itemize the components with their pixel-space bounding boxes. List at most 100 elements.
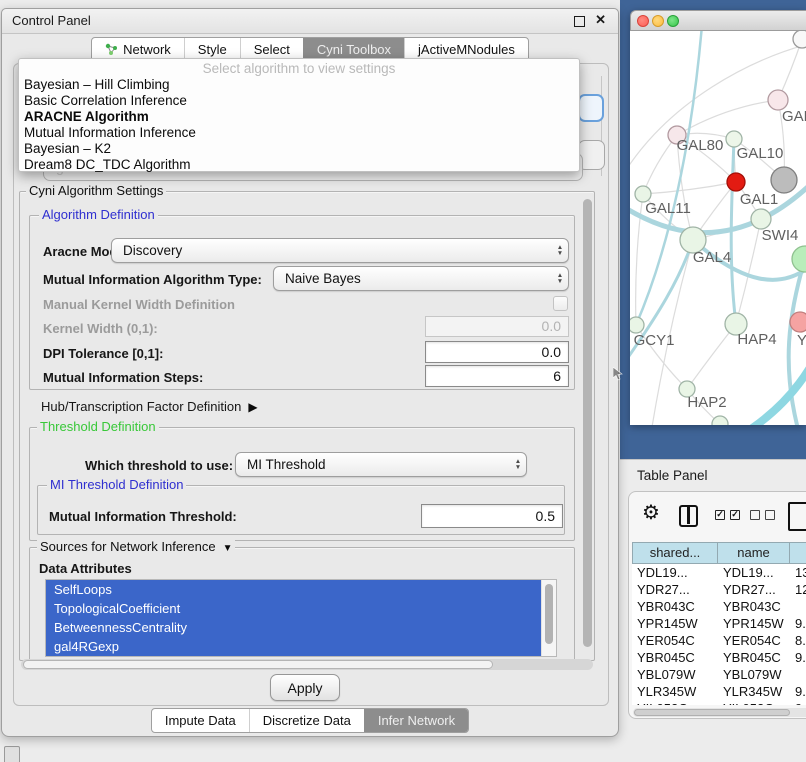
table-scrollbar-thumb[interactable] xyxy=(634,709,790,716)
column-header-shared[interactable]: shared... xyxy=(632,542,718,564)
table-cell: YBL079W xyxy=(718,666,790,683)
list-scrollbar-thumb[interactable] xyxy=(545,584,553,644)
minimize-traffic-light-icon[interactable] xyxy=(652,15,664,27)
network-node-gal1[interactable] xyxy=(751,209,771,229)
table-cell: YDR27... xyxy=(718,581,790,598)
attribute-betweennesscentrality[interactable]: BetweennessCentrality xyxy=(46,618,542,637)
which-threshold-combo[interactable]: MI Threshold ▲▼ xyxy=(235,452,527,477)
table-row[interactable]: YDR27...YDR27...12 xyxy=(632,581,806,598)
network-window-titlebar[interactable] xyxy=(630,10,806,31)
checked-checkbox-icon[interactable]: ✓ xyxy=(730,510,740,520)
table-header-row: shared...nameA xyxy=(632,542,806,564)
network-edge[interactable] xyxy=(748,357,806,425)
table-cell: 9. xyxy=(790,700,806,705)
aracne-mode-combo[interactable]: Discovery ▲▼ xyxy=(111,238,569,263)
float-window-icon[interactable] xyxy=(574,16,585,27)
kernel-width-field[interactable]: 0.0 xyxy=(425,316,569,337)
mi-steps-field[interactable]: 6 xyxy=(425,365,569,387)
network-node-swi4[interactable] xyxy=(792,246,806,272)
zoom-traffic-light-icon[interactable] xyxy=(667,15,679,27)
network-canvas-area[interactable]: GALGAL80GAL10GAL1GAL11GAL4SWI4GCY1HAP4YH… xyxy=(630,31,806,425)
dpi-tolerance-field[interactable]: 0.0 xyxy=(425,341,569,363)
close-traffic-light-icon[interactable] xyxy=(637,15,649,27)
split-columns-icon[interactable] xyxy=(679,505,698,527)
table-horizontal-scrollbar[interactable] xyxy=(633,708,806,717)
table-row[interactable]: YIL052CYIL052C9. xyxy=(632,700,806,705)
table-settings-gear-icon[interactable]: ⚙ xyxy=(642,503,660,523)
algorithm-definition-title: Algorithm Definition xyxy=(39,208,158,222)
network-canvas[interactable]: GALGAL80GAL10GAL1GAL11GAL4SWI4GCY1HAP4YH… xyxy=(630,31,806,425)
table-body: YDL19...YDL19...13YDR27...YDR27...12YBR0… xyxy=(632,564,806,705)
apply-button[interactable]: Apply xyxy=(270,674,340,701)
table-cell: 8. xyxy=(790,632,806,649)
column-header-a[interactable]: A xyxy=(790,542,806,564)
algorithm-option-aracne-algorithm[interactable]: ARACNE Algorithm xyxy=(19,109,579,125)
network-edge[interactable] xyxy=(643,135,677,194)
network-edge[interactable] xyxy=(687,324,736,389)
sources-title-text: Sources for Network Inference xyxy=(40,539,216,554)
algorithm-dropdown-list: Bayesian – Hill ClimbingBasic Correlatio… xyxy=(19,77,579,173)
network-node-y[interactable] xyxy=(790,312,806,332)
table-row[interactable]: YBL079WYBL079W xyxy=(632,666,806,683)
document-icon[interactable] xyxy=(788,502,806,531)
table-row[interactable]: YPR145WYPR145W9. xyxy=(632,615,806,632)
close-icon[interactable]: ✕ xyxy=(595,12,606,28)
node-label-gal: GAL xyxy=(782,108,806,125)
checked-checkbox-icon[interactable]: ✓ xyxy=(715,510,725,520)
mi-algorithm-type-combo[interactable]: Naive Bayes ▲▼ xyxy=(273,266,569,291)
tab-infer-network[interactable]: Infer Network xyxy=(364,709,468,732)
which-threshold-label: Which threshold to use: xyxy=(85,458,233,473)
sources-group-title[interactable]: Sources for Network Inference ▼ xyxy=(37,540,235,556)
table-row[interactable]: YDL19...YDL19...13 xyxy=(632,564,806,581)
algorithm-option-basic-correlation-inference[interactable]: Basic Correlation Inference xyxy=(19,93,579,109)
table-cell: YPR145W xyxy=(632,615,718,632)
list-scrollbar-track[interactable] xyxy=(541,580,556,656)
table-panel-title: Table Panel xyxy=(637,468,708,483)
table-row[interactable]: YBR043CYBR043C xyxy=(632,598,806,615)
hub-definition-expander[interactable]: Hub/Transcription Factor Definition▶ xyxy=(41,399,258,414)
node-label-hap2: HAP2 xyxy=(687,394,726,411)
manual-kernel-width-checkbox[interactable] xyxy=(553,296,568,311)
network-node-gal[interactable] xyxy=(768,90,788,110)
settings-hscrollbar-thumb[interactable] xyxy=(23,660,493,669)
column-header-name[interactable]: name xyxy=(718,542,790,564)
mi-threshold-field[interactable]: 0.5 xyxy=(421,504,563,528)
network-node[interactable] xyxy=(793,31,806,48)
attribute-topologicalcoefficient[interactable]: TopologicalCoefficient xyxy=(46,599,542,618)
data-attributes-list[interactable]: SelfLoopsTopologicalCoefficientBetweenne… xyxy=(45,579,557,657)
algorithm-option-bayesian-k2[interactable]: Bayesian – K2 xyxy=(19,141,579,157)
unchecked-checkbox-icon[interactable] xyxy=(765,510,775,520)
settings-horizontal-scrollbar[interactable] xyxy=(21,659,593,670)
network-edge[interactable] xyxy=(636,31,702,325)
node-label-hap4: HAP4 xyxy=(737,331,776,348)
algorithm-option-mutual-information-inference[interactable]: Mutual Information Inference xyxy=(19,125,579,141)
control-panel-titlebar[interactable]: Control Panel ✕ xyxy=(2,9,618,34)
stepper-arrows-icon: ▲▼ xyxy=(552,273,568,285)
tab-label: Network xyxy=(123,42,171,57)
settings-vertical-scrollbar[interactable] xyxy=(583,199,592,647)
table-cell: YIL052C xyxy=(718,700,790,705)
network-edge[interactable] xyxy=(643,182,736,194)
unchecked-checkbox-icon[interactable] xyxy=(750,510,760,520)
table-row[interactable]: YER054CYER054C8. xyxy=(632,632,806,649)
docked-panel-icon[interactable] xyxy=(4,746,20,762)
network-node-gcy1[interactable] xyxy=(630,317,644,333)
attribute-gal4rgexp[interactable]: gal4RGexp xyxy=(46,637,542,656)
algorithm-option-bayesian-hill-climbing[interactable]: Bayesian – Hill Climbing xyxy=(19,77,579,93)
algorithm-dropdown-popup: Select algorithm to view settings Bayesi… xyxy=(18,58,580,172)
table-cell: 9. xyxy=(790,649,806,666)
table-row[interactable]: YLR345WYLR345W9. xyxy=(632,683,806,700)
table-row[interactable]: YBR045CYBR045C9. xyxy=(632,649,806,666)
tab-impute-data[interactable]: Impute Data xyxy=(152,709,249,732)
mi-steps-label: Mutual Information Steps: xyxy=(43,370,203,385)
tab-discretize-data[interactable]: Discretize Data xyxy=(249,709,364,732)
network-node[interactable] xyxy=(712,416,728,425)
attribute-selfloops[interactable]: SelfLoops xyxy=(46,580,542,599)
kernel-width-label: Kernel Width (0,1): xyxy=(43,321,158,336)
collapse-down-icon: ▼ xyxy=(223,542,233,556)
data-attributes-label: Data Attributes xyxy=(39,561,132,576)
network-node[interactable] xyxy=(771,167,797,193)
table-cell: YDR27... xyxy=(632,581,718,598)
algorithm-option-dream8-dc-tdc-algorithm[interactable]: Dream8 DC_TDC Algorithm xyxy=(19,157,579,173)
network-node[interactable] xyxy=(727,173,745,191)
